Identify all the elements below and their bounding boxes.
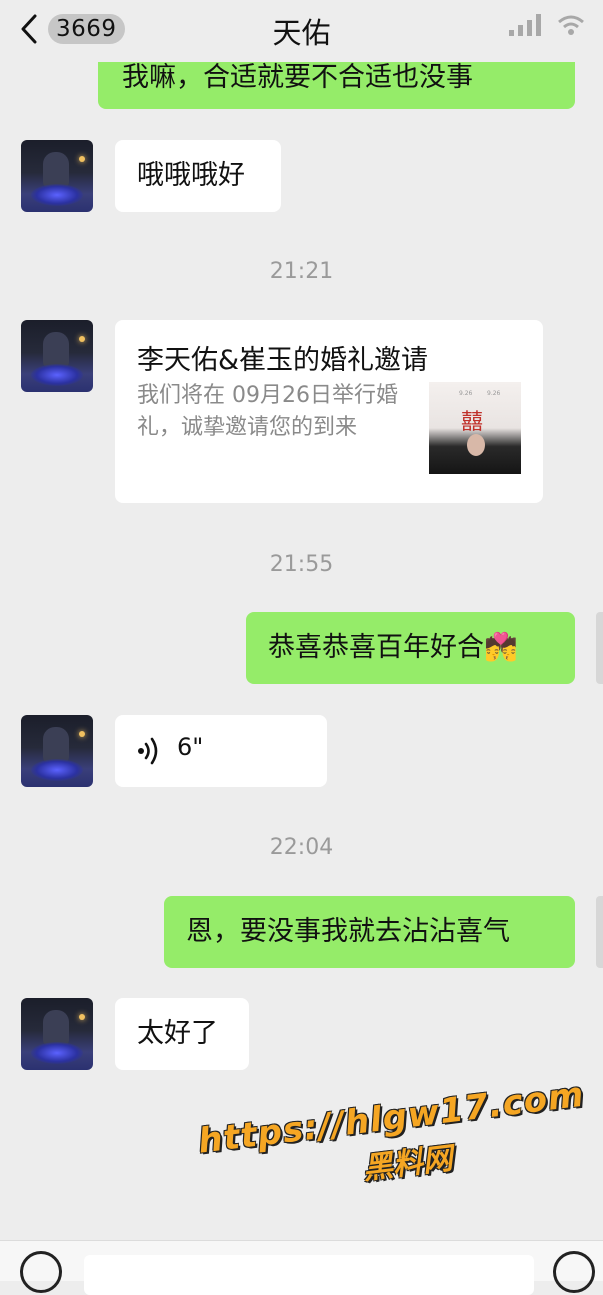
wedding-invitation-card[interactable]: 李天佑&崔玉的婚礼邀请 我们将在 09月26日举行婚礼，诚挚邀请您的到来 9.2… <box>115 320 543 503</box>
timestamp: 21:55 <box>269 552 334 577</box>
card-thumbnail: 9.26 9.26 囍 <box>429 382 521 474</box>
timestamp: 21:21 <box>269 259 334 284</box>
avatar[interactable] <box>21 140 93 212</box>
emoji-button[interactable] <box>553 1251 595 1293</box>
message-bubble-incoming[interactable]: 太好了 <box>115 998 249 1070</box>
status-icons <box>509 14 585 36</box>
watermark: https://hlgw17.com 黑料网 <box>196 1075 592 1208</box>
double-happiness-glyph: 囍 <box>461 410 484 435</box>
voice-message-bubble[interactable]: 6" <box>115 715 327 787</box>
voice-wave-icon <box>138 737 158 765</box>
avatar[interactable] <box>21 320 93 392</box>
message-text: 太好了 <box>137 1018 218 1049</box>
message-bubble-outgoing[interactable]: 恩，要没事我就去沾沾喜气 <box>164 896 575 968</box>
input-bar <box>0 1240 603 1295</box>
message-text: 恩，要没事我就去沾沾喜气 <box>186 916 510 947</box>
self-avatar[interactable] <box>596 896 603 968</box>
voice-input-toggle-button[interactable] <box>20 1251 62 1293</box>
message-bubble-outgoing[interactable]: 恭喜恭喜百年好合💏 <box>246 612 575 684</box>
wifi-icon <box>558 15 584 35</box>
self-avatar[interactable] <box>596 612 603 684</box>
card-title: 李天佑&崔玉的婚礼邀请 <box>137 345 429 376</box>
message-text: 哦哦哦好 <box>137 160 245 191</box>
voice-duration: 6" <box>177 733 204 761</box>
message-text: 恭喜恭喜百年好合💏 <box>268 632 518 663</box>
avatar[interactable] <box>21 998 93 1070</box>
message-input[interactable] <box>84 1255 534 1295</box>
chat-header: 3669 天佑 <box>0 0 603 62</box>
signal-icon <box>509 14 541 36</box>
message-bubble-incoming[interactable]: 哦哦哦好 <box>115 140 281 212</box>
card-description: 我们将在 09月26日举行婚礼，诚挚邀请您的到来 <box>137 383 398 440</box>
avatar[interactable] <box>21 715 93 787</box>
message-text: 我嘛，合适就要不合适也没事 <box>122 62 473 93</box>
timestamp: 22:04 <box>269 835 334 860</box>
